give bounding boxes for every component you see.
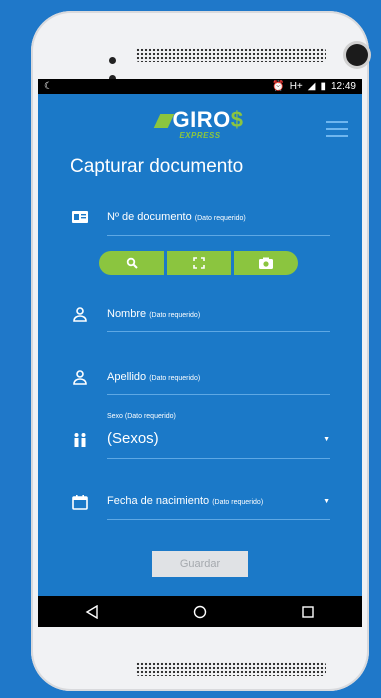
sex-selected-value: (Sexos)	[107, 430, 159, 447]
android-nav-bar	[38, 596, 362, 627]
scan-frame-icon	[193, 257, 205, 269]
sex-dropdown-arrow-icon: ▼	[323, 436, 330, 443]
document-number-required: (Dato requerido)	[194, 215, 246, 222]
signal-icon: ◢	[307, 81, 316, 92]
people-icon	[74, 433, 86, 447]
app-screen: ☾ ⏰ H+ ◢ ▮ 12:49 GIRO$ EXPRESS Capturar …	[38, 79, 362, 627]
moon-icon: ☾	[44, 81, 53, 92]
calendar-icon	[72, 495, 88, 510]
camera-icon	[259, 257, 273, 269]
recents-icon[interactable]	[301, 605, 315, 619]
sensor-dots	[109, 51, 129, 82]
document-number-label: Nº de documento	[107, 211, 192, 223]
surname-label: Apellido	[107, 371, 147, 383]
capture-button-group	[99, 251, 298, 275]
sex-caption: Sexo (Dato requerido)	[107, 413, 176, 420]
save-button[interactable]: Guardar	[152, 551, 248, 577]
status-bar: ☾ ⏰ H+ ◢ ▮ 12:49	[38, 79, 362, 94]
person-icon	[73, 370, 87, 385]
search-icon	[126, 257, 138, 269]
status-time: 12:49	[330, 81, 356, 92]
network-type: H+	[289, 81, 303, 92]
bottom-speaker-grille	[136, 662, 326, 676]
camera-button[interactable]	[234, 251, 298, 275]
app-header: GIRO$ EXPRESS	[38, 94, 362, 142]
page-title: Capturar documento	[70, 156, 244, 177]
logo-subtitle: EXPRESS	[179, 131, 221, 140]
name-underline	[107, 331, 330, 332]
surname-required: (Dato requerido)	[149, 375, 201, 382]
document-number-underline	[107, 235, 330, 236]
name-label: Nombre	[107, 308, 147, 320]
id-card-icon	[72, 211, 88, 223]
birthdate-dropdown-arrow-icon: ▼	[323, 498, 330, 505]
name-required: (Dato requerido)	[149, 312, 201, 319]
birthdate-label: Fecha de nacimiento	[107, 495, 210, 507]
surname-underline	[107, 394, 330, 395]
home-icon[interactable]	[193, 605, 207, 619]
birthdate-underline	[107, 519, 330, 520]
top-speaker-grille	[136, 48, 326, 62]
logo-leaf-icon	[153, 114, 174, 128]
back-icon[interactable]	[85, 604, 99, 619]
hamburger-menu-icon[interactable]	[326, 121, 348, 137]
scan-button[interactable]	[167, 251, 231, 275]
giros-logo: GIRO$ EXPRESS	[38, 107, 362, 140]
front-camera	[346, 44, 368, 66]
birthdate-required: (Dato requerido)	[212, 499, 264, 506]
battery-icon: ▮	[320, 81, 326, 92]
sex-underline	[107, 458, 330, 459]
search-button[interactable]	[99, 251, 164, 275]
alarm-icon: ⏰	[272, 81, 285, 92]
person-icon	[73, 307, 87, 322]
